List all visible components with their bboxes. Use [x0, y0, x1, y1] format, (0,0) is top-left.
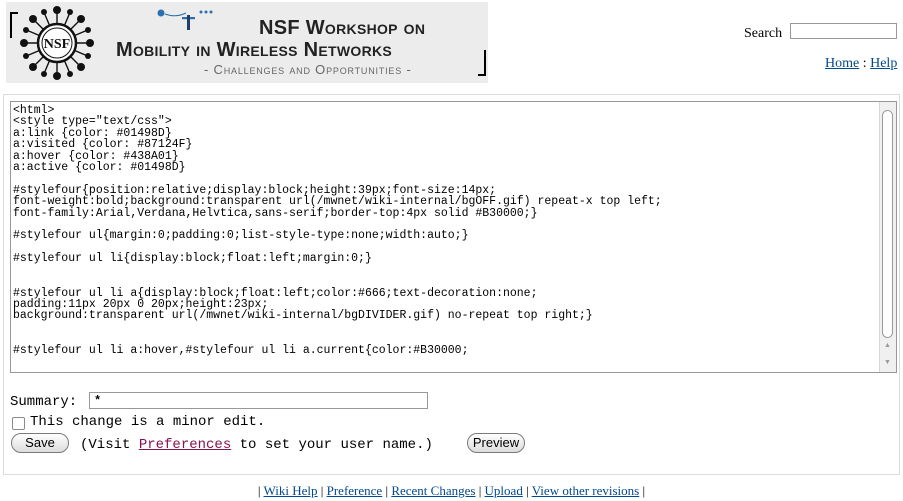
- save-button[interactable]: Save: [11, 433, 69, 453]
- preferences-hint-suffix: to set your user name.): [231, 437, 433, 453]
- search-input[interactable]: [790, 23, 897, 39]
- seal-lettering: NSF: [44, 37, 70, 52]
- footer-separator: |: [475, 483, 485, 498]
- editor-scroll-thumb[interactable]: [882, 110, 893, 338]
- footer-separator: |: [382, 483, 392, 498]
- search-label: Search: [744, 26, 783, 41]
- satellite-mobility-icon: [157, 9, 213, 30]
- editor-scrollbar[interactable]: ▲ ▼: [879, 102, 896, 372]
- workshop-banner: NSF NSF Workshop on Mobility in Wireless…: [6, 2, 488, 83]
- bracket-right-decoration: [478, 50, 486, 76]
- nsf-seal-icon: NSF: [20, 6, 94, 80]
- workshop-subtitle: - Challenges and Opportunities -: [204, 62, 412, 77]
- footer-bar-close: |: [639, 483, 646, 498]
- summary-label: Summary:: [10, 394, 78, 410]
- top-links-separator: :: [859, 56, 871, 71]
- minor-edit-checkbox[interactable]: [12, 417, 25, 430]
- workshop-title-line2: Mobility in Wireless Networks: [116, 39, 393, 61]
- preferences-link[interactable]: Preferences: [139, 437, 231, 453]
- wiki-source-textarea[interactable]: <html> <style type="text/css"> a:link {c…: [10, 101, 897, 373]
- scroll-down-icon[interactable]: ▼: [884, 358, 891, 366]
- wiki-source-text[interactable]: <html> <style type="text/css"> a:link {c…: [13, 105, 878, 372]
- preferences-hint-prefix: (Visit: [80, 437, 139, 453]
- help-link[interactable]: Help: [870, 56, 897, 71]
- footer-link-upload[interactable]: Upload: [485, 483, 523, 498]
- footer-link-wiki-help[interactable]: Wiki Help: [264, 483, 318, 498]
- footer-link-recent-changes[interactable]: Recent Changes: [391, 483, 475, 498]
- bracket-left-decoration: [10, 12, 18, 38]
- footer-nav: | Wiki Help | Preference | Recent Change…: [0, 483, 903, 499]
- footer-link-view-other-revisions[interactable]: View other revisions: [532, 483, 640, 498]
- preview-button[interactable]: Preview: [467, 433, 525, 453]
- scroll-up-icon[interactable]: ▲: [884, 341, 891, 349]
- footer-link-preference[interactable]: Preference: [327, 483, 383, 498]
- minor-edit-label: This change is a minor edit.: [30, 414, 266, 430]
- top-links: Home : Help: [825, 56, 897, 72]
- summary-input[interactable]: [89, 392, 428, 409]
- home-link[interactable]: Home: [825, 56, 859, 71]
- footer-separator: |: [522, 483, 532, 498]
- footer-separator: |: [317, 483, 327, 498]
- preferences-hint: (Visit Preferences to set your user name…: [80, 437, 433, 453]
- workshop-title-line1: NSF Workshop on: [259, 17, 426, 39]
